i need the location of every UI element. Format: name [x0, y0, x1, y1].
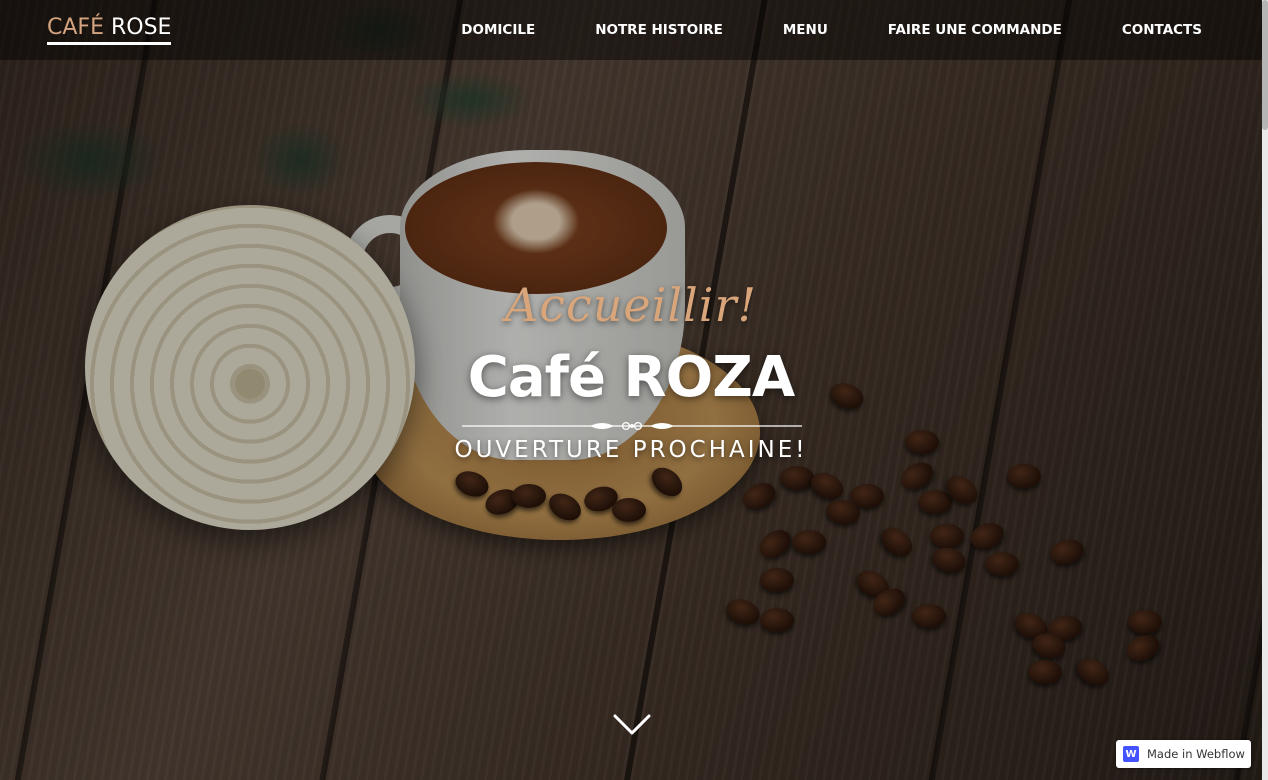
brand-word-rose: ROSE: [110, 15, 172, 40]
top-navbar: CAFÉ ROSE DOMICILE NOTRE HISTOIRE MENU F…: [0, 0, 1262, 60]
badge-label: Made in Webflow: [1147, 747, 1245, 761]
hero-title: Café ROZA: [467, 345, 795, 410]
page-scrollbar[interactable]: [1262, 0, 1268, 780]
hero-subtitle: OUVERTURE PROCHAINE!: [454, 437, 808, 463]
nav-link-domicile[interactable]: DOMICILE: [461, 21, 535, 39]
nav-link-notre-histoire[interactable]: NOTRE HISTOIRE: [595, 21, 723, 39]
webflow-logo-icon: W: [1123, 746, 1139, 762]
brand-logo-link[interactable]: CAFÉ ROSE: [47, 15, 172, 45]
scrollbar-thumb[interactable]: [1262, 0, 1268, 130]
hero-welcome-script: Accueillir!: [505, 278, 757, 332]
brand-word-cafe: CAFÉ: [47, 15, 104, 40]
nav-link-contacts[interactable]: CONTACTS: [1122, 21, 1202, 39]
nav-links: DOMICILE NOTRE HISTOIRE MENU FAIRE UNE C…: [461, 21, 1202, 39]
nav-link-menu[interactable]: MENU: [783, 21, 828, 39]
nav-link-faire-une-commande[interactable]: FAIRE UNE COMMANDE: [888, 21, 1062, 39]
ornament-divider-icon: [462, 421, 802, 431]
chevron-down-icon[interactable]: [612, 712, 652, 738]
made-in-webflow-badge[interactable]: W Made in Webflow: [1116, 740, 1251, 768]
